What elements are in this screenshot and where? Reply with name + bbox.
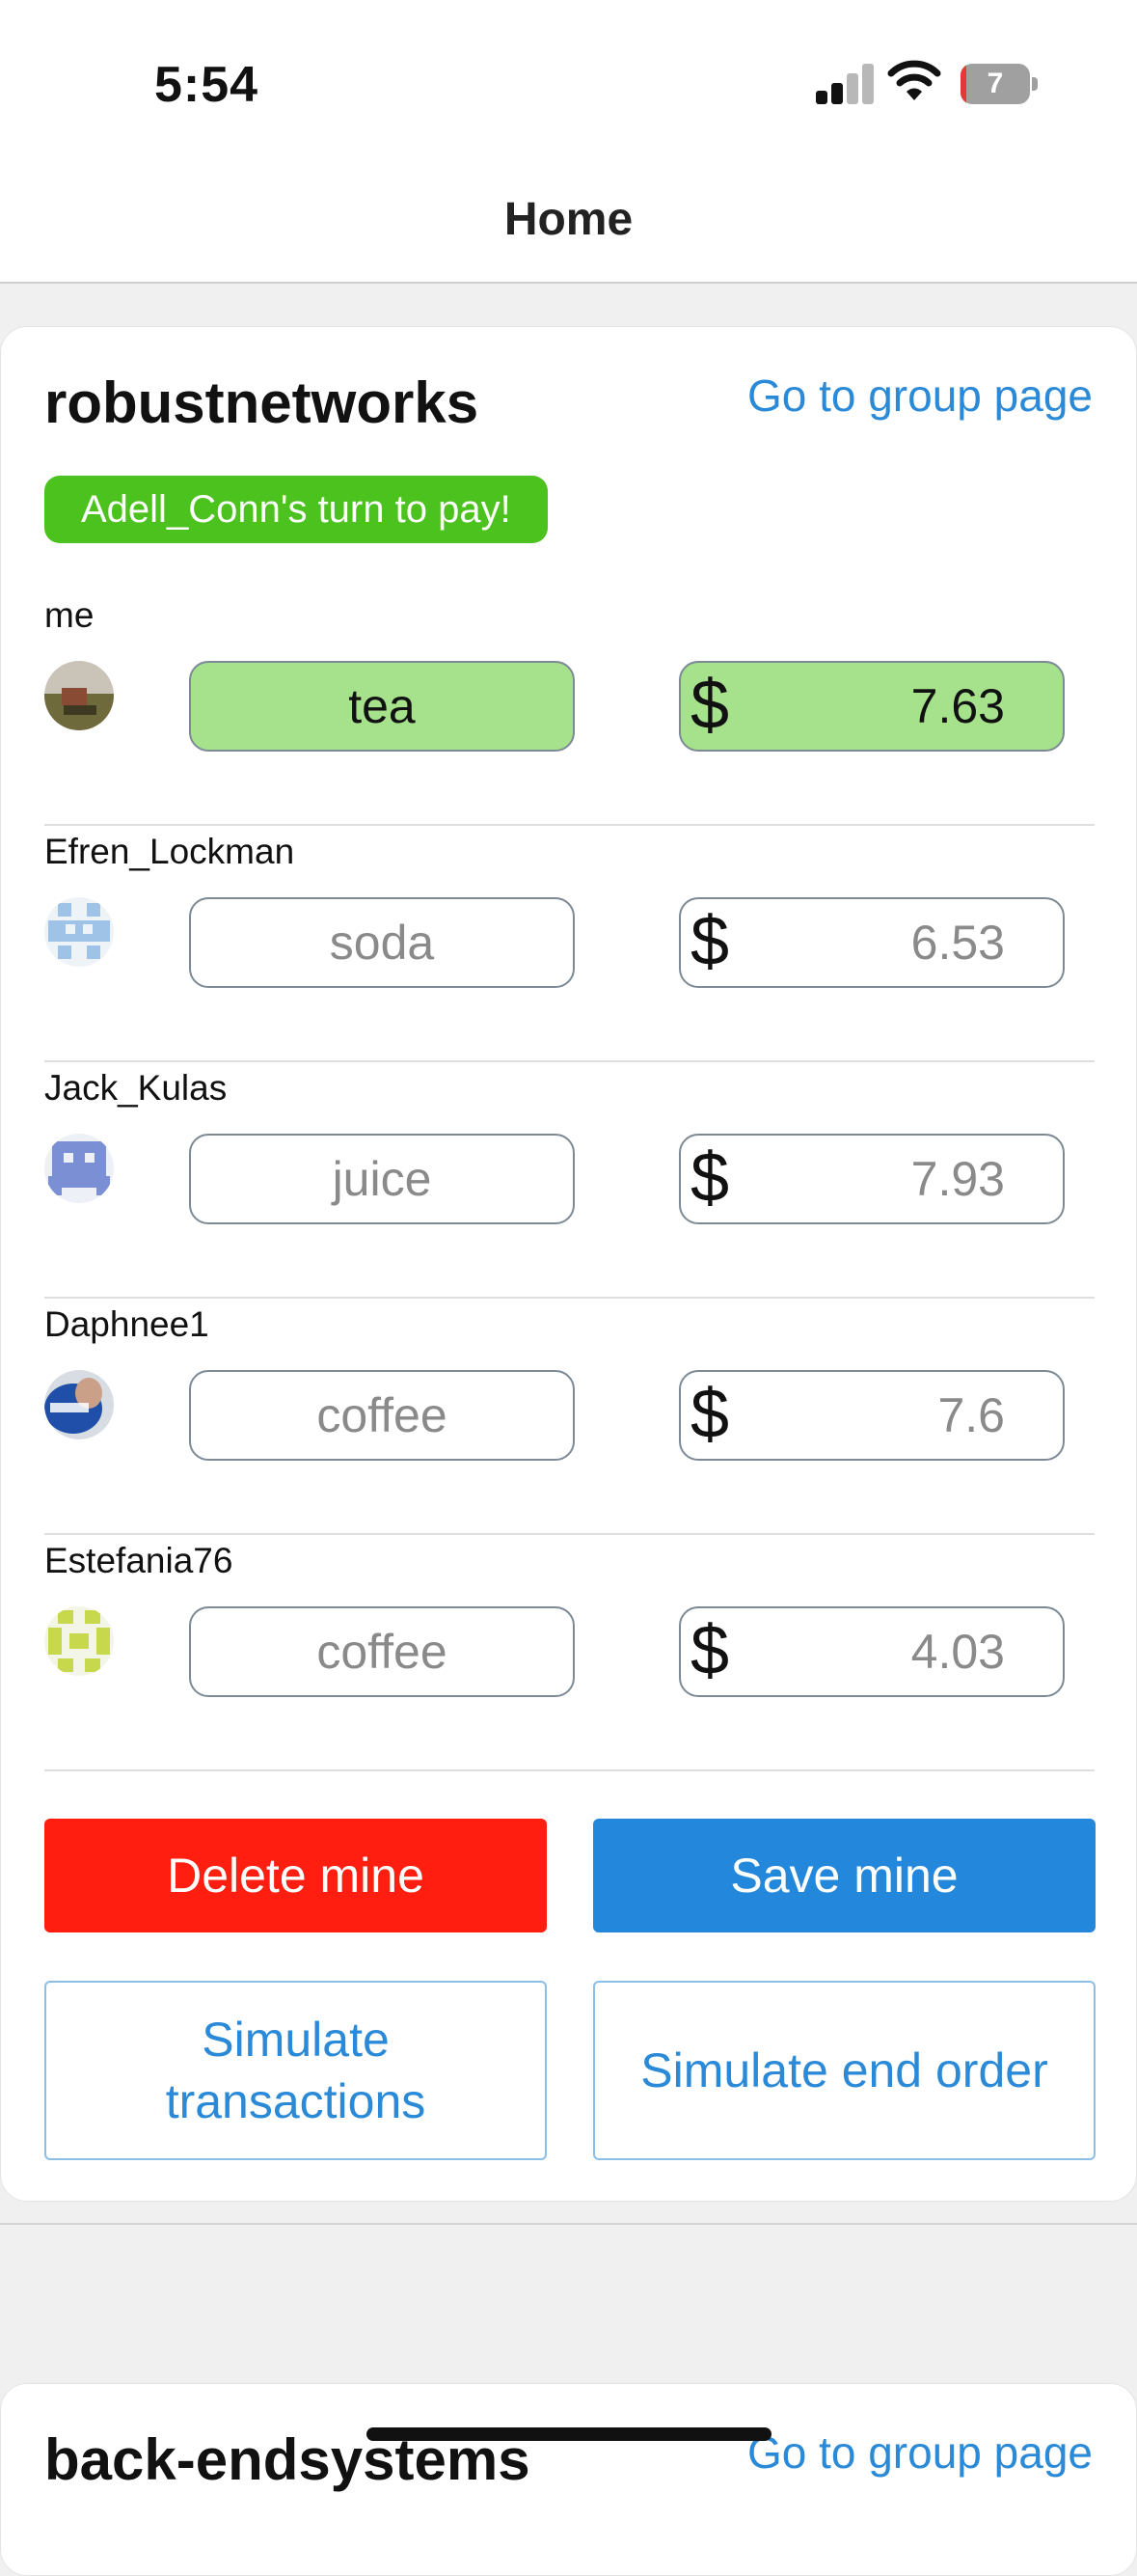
page-title: Home <box>503 194 634 245</box>
member-row: Efren_Lockman soda $ 6.53 <box>44 826 1095 1062</box>
dollar-sign: $ <box>690 1139 730 1217</box>
dollar-sign: $ <box>690 1612 730 1689</box>
member-row: Daphnee1 coffee $ 7.6 <box>44 1299 1095 1535</box>
member-row: Estefania76 coffee $ 4.03 <box>44 1535 1095 1771</box>
avatar <box>44 1134 114 1203</box>
battery-level: 7 <box>987 68 1004 99</box>
group-card: back-endsystems Go to group page <box>0 2383 1137 2576</box>
price-value: 6.53 <box>910 916 1005 970</box>
simulate-transactions-button[interactable]: Simulate transactions <box>44 1981 547 2160</box>
turn-to-pay-badge: Adell_Conn's turn to pay! <box>44 476 548 543</box>
price-input[interactable]: $ 4.03 <box>679 1606 1065 1697</box>
signal-icon <box>816 64 876 104</box>
dollar-sign: $ <box>690 667 730 744</box>
price-input[interactable]: $ 6.53 <box>679 897 1065 988</box>
dollar-sign: $ <box>690 903 730 980</box>
battery-icon: 7 <box>961 64 1038 104</box>
wifi-icon <box>887 60 941 100</box>
member-name: Jack_Kulas <box>44 1068 228 1108</box>
member-row-me: me tea $ 7.63 <box>44 589 1095 826</box>
avatar <box>44 661 114 730</box>
nav-header: Home <box>0 164 1137 284</box>
price-value: 7.63 <box>910 679 1005 733</box>
dollar-sign: $ <box>690 1376 730 1453</box>
price-input[interactable]: $ 7.63 <box>679 661 1065 752</box>
price-input[interactable]: $ 7.93 <box>679 1134 1065 1224</box>
item-input[interactable]: coffee <box>189 1370 575 1461</box>
status-time: 5:54 <box>154 57 259 113</box>
price-input[interactable]: $ 7.6 <box>679 1370 1065 1461</box>
member-row: Jack_Kulas juice $ 7.93 <box>44 1062 1095 1299</box>
item-input[interactable]: juice <box>189 1134 575 1224</box>
group-name: robustnetworks <box>44 370 479 435</box>
go-to-group-page-link[interactable]: Go to group page <box>747 2426 1093 2479</box>
member-name: Estefania76 <box>44 1541 233 1580</box>
go-to-group-page-link[interactable]: Go to group page <box>747 370 1093 422</box>
avatar <box>44 1370 114 1439</box>
group-card: robustnetworks Go to group page Adell_Co… <box>0 326 1137 2202</box>
section-divider <box>0 2223 1137 2225</box>
price-value: 4.03 <box>910 1625 1005 1679</box>
item-input[interactable]: coffee <box>189 1606 575 1697</box>
price-value: 7.93 <box>910 1152 1005 1206</box>
status-bar: 5:54 7 <box>0 0 1137 164</box>
member-name: me <box>44 595 95 635</box>
avatar <box>44 1606 114 1676</box>
save-mine-button[interactable]: Save mine <box>593 1819 1096 1932</box>
item-input[interactable]: soda <box>189 897 575 988</box>
simulate-end-order-button[interactable]: Simulate end order <box>593 1981 1096 2160</box>
member-name: Efren_Lockman <box>44 832 295 871</box>
item-input[interactable]: tea <box>189 661 575 752</box>
price-value: 7.6 <box>937 1388 1005 1442</box>
delete-mine-button[interactable]: Delete mine <box>44 1819 547 1932</box>
avatar <box>44 897 114 967</box>
home-indicator[interactable] <box>366 2427 772 2441</box>
member-name: Daphnee1 <box>44 1304 209 1344</box>
